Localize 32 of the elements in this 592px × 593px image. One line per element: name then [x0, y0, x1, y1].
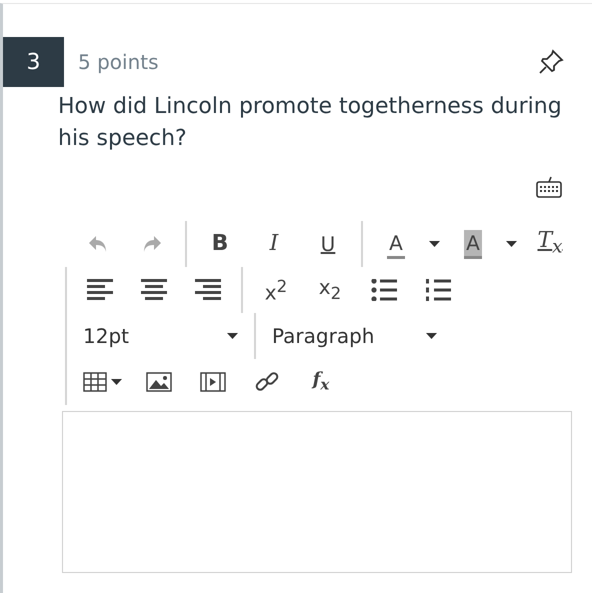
highlight-button[interactable]: A: [452, 226, 494, 262]
caret-icon: [426, 333, 437, 339]
dropdown-select[interactable]: 12pt: [73, 316, 248, 356]
pin-icon[interactable]: [538, 49, 564, 75]
bold-button[interactable]: B: [199, 226, 241, 262]
caret-icon: [227, 333, 238, 339]
table-icon: [83, 372, 107, 392]
caret-icon: [111, 379, 122, 385]
align-icon: [87, 279, 113, 301]
equation-button[interactable]: f$_{x}$: [300, 364, 342, 400]
subscript-button[interactable]: x$_{2}$: [309, 272, 351, 308]
align-icon: [141, 279, 167, 301]
italic-button[interactable]: I: [253, 226, 295, 262]
align-icon: [195, 279, 221, 301]
redo-icon: [142, 235, 162, 253]
underline-button[interactable]: U: [307, 226, 349, 262]
link-icon: [255, 371, 279, 393]
film-icon: [200, 372, 226, 392]
caret-icon: [429, 241, 440, 247]
numbered-list-icon: [425, 279, 451, 301]
points-label: 5 points: [78, 50, 160, 74]
question-number: 3: [3, 37, 64, 87]
clear-format-button[interactable]: T$_{x}$: [529, 226, 571, 262]
keyboard-icon[interactable]: [536, 175, 562, 199]
dropdown-select[interactable]: Paragraph: [262, 316, 447, 356]
superscript-button[interactable]: x$^{2}$: [255, 272, 297, 308]
question-text: How did Lincoln promote togetherness during his speech?: [58, 93, 563, 153]
image-icon: [146, 372, 172, 392]
text-color-button[interactable]: A: [375, 226, 417, 262]
undo-icon: [88, 235, 108, 253]
bullet-list-icon: [371, 279, 397, 301]
caret-icon: [506, 241, 517, 247]
